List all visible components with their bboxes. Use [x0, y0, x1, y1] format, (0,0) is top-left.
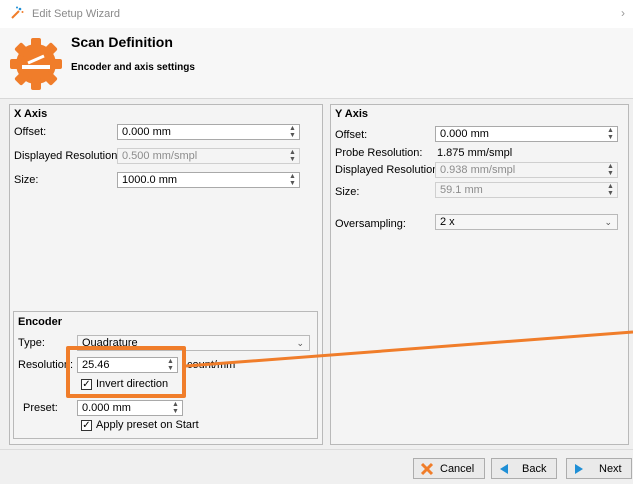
x-resolution-value: 0.500 mm/smpl — [122, 150, 198, 162]
x-size-value: 1000.0 mm — [122, 174, 178, 186]
encoder-title: Encoder — [18, 316, 63, 328]
callout-pointer-line — [185, 330, 633, 368]
encoder-type-label: Type: — [18, 337, 45, 349]
y-axis-title: Y Axis — [335, 108, 369, 120]
y-offset-label: Offset: — [335, 129, 368, 141]
encoder-res-label: Resolution: — [18, 359, 74, 371]
highlight-callout — [66, 346, 186, 398]
wizard-wand-icon — [11, 6, 24, 19]
y-resolution-value: 0.938 mm/smpl — [440, 164, 516, 176]
spinner-icon[interactable]: ▲ ▼ — [172, 401, 179, 415]
oversampling-value: 2 x — [440, 216, 455, 228]
probe-res-value: 1.875 mm/smpl — [437, 147, 513, 159]
spinner-icon[interactable]: ▲ ▼ — [289, 173, 296, 187]
page-subtitle: Encoder and axis settings — [71, 62, 195, 73]
arrow-right-icon — [575, 463, 583, 474]
x-axis-title: X Axis — [14, 108, 48, 120]
spinner-icon[interactable]: ▲ ▼ — [607, 183, 614, 197]
y-offset-field[interactable]: 0.000 mm ▲ ▼ — [435, 126, 618, 142]
x-offset-field[interactable]: 0.000 mm ▲ ▼ — [117, 124, 300, 140]
oversampling-label: Oversampling: — [335, 218, 406, 230]
title-bar: Edit Setup Wizard › — [0, 0, 633, 28]
cancel-x-icon — [420, 462, 434, 475]
page-title: Scan Definition — [71, 34, 173, 50]
oversampling-select[interactable]: 2 x ⌄ — [435, 214, 618, 230]
chevron-right-icon[interactable]: › — [621, 6, 625, 20]
next-button-label: Next — [599, 462, 622, 475]
spinner-icon[interactable]: ▲ ▼ — [607, 127, 614, 141]
x-res-label: Displayed Resolution: — [14, 150, 121, 162]
back-button[interactable]: Back — [491, 458, 557, 479]
apply-preset-checkbox[interactable]: ✓ — [81, 420, 92, 431]
y-size-value: 59.1 mm — [440, 184, 483, 196]
x-offset-label: Offset: — [14, 126, 47, 138]
wizard-header: Scan Definition Encoder and axis setting… — [0, 28, 633, 99]
probe-res-label: Probe Resolution: — [335, 147, 423, 159]
preset-field[interactable]: 0.000 mm ▲ ▼ — [77, 400, 183, 416]
x-resolution-field[interactable]: 0.500 mm/smpl ▲ ▼ — [117, 148, 300, 164]
y-axis-panel: Y Axis Offset: 0.000 mm ▲ ▼ Probe Resolut… — [330, 104, 629, 445]
back-button-label: Back — [522, 462, 547, 475]
cancel-button-label: Cancel — [440, 462, 475, 475]
y-res-label: Displayed Resolution: — [335, 164, 442, 176]
y-offset-value: 0.000 mm — [440, 128, 489, 140]
spinner-icon[interactable]: ▲ ▼ — [607, 163, 614, 177]
apply-preset-label: Apply preset on Start — [96, 419, 199, 431]
y-size-field[interactable]: 59.1 mm ▲ ▼ — [435, 182, 618, 198]
preset-label: Preset: — [23, 402, 58, 414]
x-offset-value: 0.000 mm — [122, 126, 171, 138]
cancel-button[interactable]: Cancel — [413, 458, 485, 479]
x-size-label: Size: — [14, 174, 39, 186]
next-button[interactable]: Next — [566, 458, 632, 479]
y-size-label: Size: — [335, 186, 360, 198]
window-title: Edit Setup Wizard — [32, 8, 121, 20]
spinner-icon[interactable]: ▲ ▼ — [289, 149, 296, 163]
x-size-field[interactable]: 1000.0 mm ▲ ▼ — [117, 172, 300, 188]
gear-icon — [10, 38, 62, 90]
spinner-icon[interactable]: ▲ ▼ — [289, 125, 296, 139]
y-resolution-field[interactable]: 0.938 mm/smpl ▲ ▼ — [435, 162, 618, 178]
arrow-left-icon — [500, 463, 508, 474]
chevron-down-icon[interactable]: ⌄ — [604, 216, 612, 229]
preset-value: 0.000 mm — [82, 402, 131, 414]
